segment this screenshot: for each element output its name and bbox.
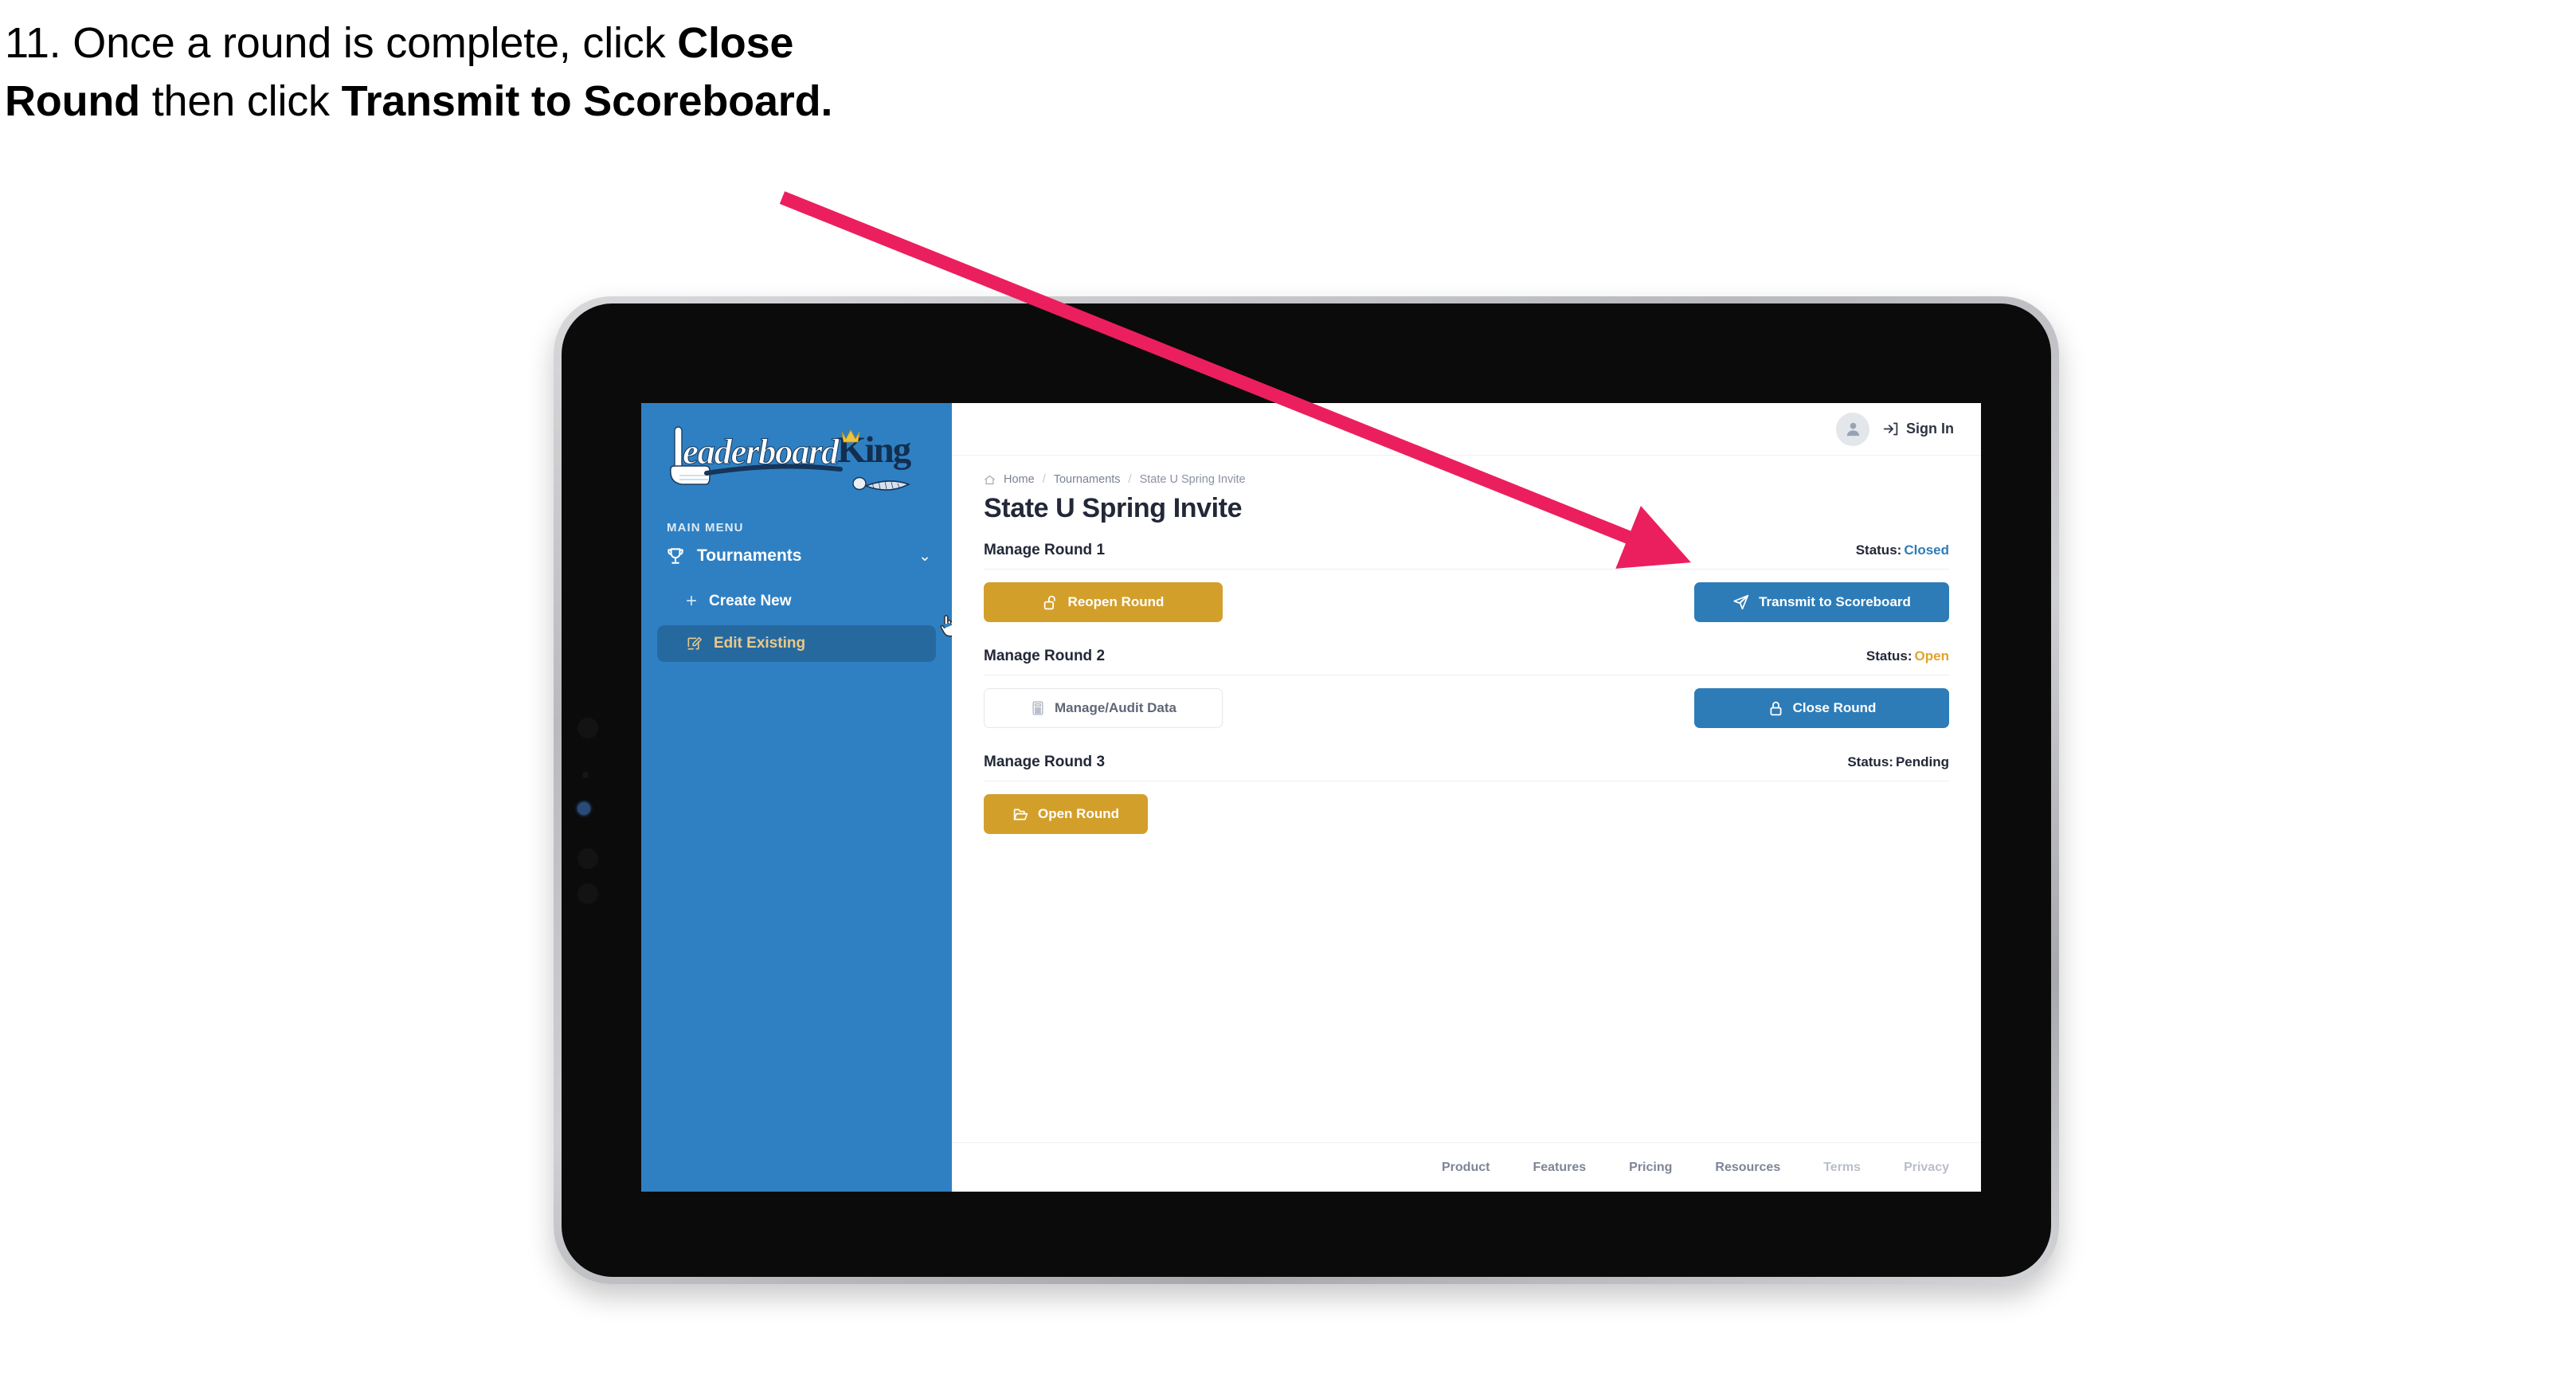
footer-link-privacy[interactable]: Privacy [1904, 1161, 1949, 1175]
sensor-dot [582, 772, 589, 778]
round-actions: Manage/Audit Data Close Round [984, 688, 1949, 728]
page-title: State U Spring Invite [984, 493, 1243, 523]
open-round-button[interactable]: Open Round [984, 794, 1148, 834]
content-area: Home / Tournaments / State U Spring Invi… [952, 456, 1981, 1142]
tablet-side-sensors [573, 303, 605, 1277]
transmit-to-scoreboard-button[interactable]: Transmit to Scoreboard [1694, 582, 1949, 622]
round-header: Manage Round 3 Status: Pending [984, 754, 1949, 781]
sidebar: eaderboard King MAIN MENU Tournaments ⌄ … [641, 403, 957, 1192]
status-label: Status: [1855, 542, 1902, 558]
breadcrumb-separator: / [1042, 473, 1046, 486]
manage-audit-data-button[interactable]: Manage/Audit Data [984, 688, 1223, 728]
sidebar-item-label: Tournaments [697, 546, 802, 565]
close-round-button[interactable]: Close Round [1694, 688, 1949, 728]
round-block-2: Manage Round 2 Status: Open Manage/Audit… [984, 648, 1949, 728]
user-avatar-icon [1846, 422, 1859, 437]
status-value: Pending [1895, 754, 1949, 769]
footer-link-terms[interactable]: Terms [1823, 1161, 1861, 1175]
tablet-bezel: eaderboard King MAIN MENU Tournaments ⌄ … [562, 303, 2051, 1277]
sensor-dot [577, 883, 598, 904]
button-label: Reopen Round [1067, 594, 1165, 609]
round-actions: Reopen Round Transmit to Scoreboard [984, 582, 1949, 622]
status-value: Closed [1904, 542, 1949, 558]
top-bar: Sign In [952, 403, 1981, 456]
status-label: Status: [1847, 754, 1893, 769]
round-block-1: Manage Round 1 Status: Closed Reopen Rou… [984, 542, 1949, 622]
footer-link-product[interactable]: Product [1442, 1161, 1490, 1175]
button-label: Manage/Audit Data [1054, 700, 1177, 715]
edit-pencil-icon [687, 636, 702, 650]
sensor-dot [577, 848, 598, 869]
sign-in-button[interactable]: Sign In [1882, 421, 1954, 437]
sidebar-item-create-new[interactable]: + Create New [657, 582, 936, 621]
reopen-round-button[interactable]: Reopen Round [984, 582, 1223, 622]
caption-prefix: 11. Once a round is complete, click [5, 19, 678, 67]
calculator-icon [1032, 701, 1043, 715]
sensor-dot [577, 718, 598, 738]
status-badge: Status: Open [1866, 648, 1949, 664]
round-title: Manage Round 3 [984, 754, 1106, 770]
app-logo[interactable]: eaderboard King [641, 416, 952, 510]
round-title: Manage Round 1 [984, 542, 1106, 558]
sidebar-section-label: MAIN MENU [667, 521, 744, 534]
button-label: Open Round [1038, 806, 1119, 821]
sidebar-subitem-label: Edit Existing [714, 635, 806, 652]
round-header: Manage Round 2 Status: Open [984, 648, 1949, 675]
breadcrumb-separator: / [1128, 473, 1132, 486]
open-folder-icon [1013, 808, 1028, 820]
breadcrumb-item-current: State U Spring Invite [1139, 473, 1246, 486]
status-badge: Status: Pending [1847, 754, 1949, 770]
sign-in-arrow-icon [1883, 422, 1898, 436]
footer-link-resources[interactable]: Resources [1715, 1161, 1780, 1175]
breadcrumb: Home / Tournaments / State U Spring Invi… [984, 473, 1949, 486]
sign-in-label: Sign In [1906, 421, 1954, 437]
trophy-icon [667, 548, 683, 564]
status-badge: Status: Closed [1856, 542, 1949, 558]
breadcrumb-item-home[interactable]: Home [1004, 473, 1035, 486]
status-label: Status: [1865, 648, 1912, 664]
button-label: Transmit to Scoreboard [1759, 594, 1911, 609]
plus-icon: + [686, 590, 698, 612]
footer-link-features[interactable]: Features [1533, 1161, 1586, 1175]
round-title: Manage Round 2 [984, 648, 1106, 664]
main-content: Sign In Home / Tournaments / State U Spr… [952, 403, 1981, 1192]
sidebar-subitem-label: Create New [709, 593, 792, 609]
status-value: Open [1914, 648, 1949, 664]
caption-bold-transmit: Transmit to Scoreboard. [341, 77, 833, 126]
footer: Product Features Pricing Resources Terms… [952, 1142, 1981, 1192]
instruction-caption: 11. Once a round is complete, click Clos… [5, 14, 897, 131]
lock-icon [1770, 701, 1782, 715]
footer-link-pricing[interactable]: Pricing [1629, 1161, 1672, 1175]
screenshot-root: 11. Once a round is complete, click Clos… [0, 0, 2576, 1386]
round-actions: Open Round [984, 794, 1949, 834]
unlock-icon [1043, 595, 1055, 609]
sidebar-item-tournaments[interactable]: Tournaments ⌄ [641, 534, 952, 578]
chevron-down-icon: ⌄ [918, 547, 931, 565]
user-avatar[interactable] [1836, 412, 1869, 446]
tablet-screen: eaderboard King MAIN MENU Tournaments ⌄ … [641, 403, 1981, 1192]
leaderboard-king-logo-icon: eaderboard King [669, 426, 914, 491]
tablet-device-frame: eaderboard King MAIN MENU Tournaments ⌄ … [554, 296, 2059, 1284]
paper-plane-icon [1733, 594, 1749, 610]
camera-lens-icon [577, 802, 590, 815]
button-label: Close Round [1792, 700, 1877, 715]
home-icon [985, 475, 995, 484]
caption-middle: then click [139, 77, 342, 126]
round-header: Manage Round 1 Status: Closed [984, 542, 1949, 570]
sidebar-item-edit-existing[interactable]: Edit Existing [657, 625, 936, 662]
breadcrumb-item-tournaments[interactable]: Tournaments [1054, 473, 1121, 486]
round-block-3: Manage Round 3 Status: Pending Open Roun… [984, 754, 1949, 834]
